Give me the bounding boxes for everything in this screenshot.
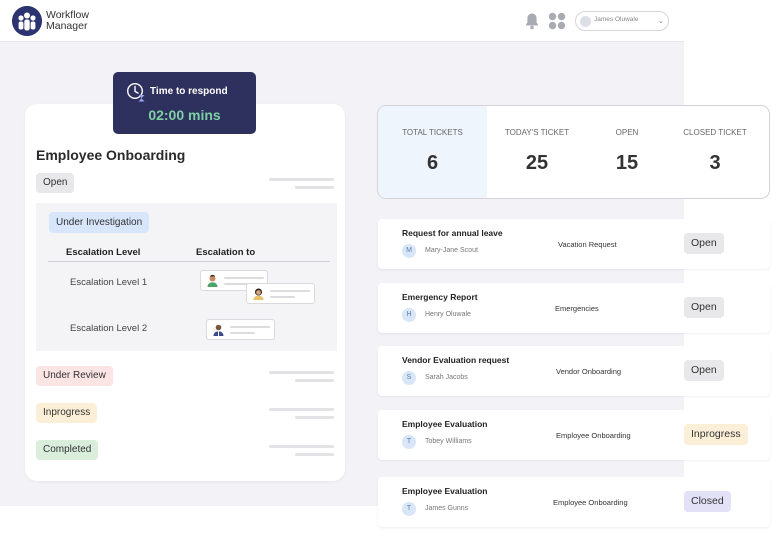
ticket-title: Emergency Report: [402, 292, 478, 302]
escalation-contact-card[interactable]: [246, 283, 315, 304]
table-divider: [48, 261, 330, 262]
ticket-person: James Gunns: [425, 505, 469, 512]
stat-value: 25: [525, 152, 549, 174]
stat-todays-ticket[interactable]: TODAY'S TICKET 25: [487, 106, 587, 198]
brand-line-2: Manager: [46, 20, 88, 32]
placeholder-line: [269, 445, 334, 448]
top-bar: Workflow Manager James Oluwale ⌄: [0, 0, 684, 42]
placeholder-line: [295, 416, 334, 419]
stat-value: 15: [615, 152, 639, 174]
apps-grid-icon[interactable]: [548, 12, 566, 30]
ticket-title: Employee Evaluation: [402, 486, 488, 496]
placeholder-line: [295, 379, 334, 382]
ticket-title: Vendor Evaluation request: [402, 355, 510, 365]
stat-label: CLOSED TICKET: [683, 128, 747, 137]
column-escalation-level: Escalation Level: [66, 247, 141, 258]
status-badge[interactable]: Open: [684, 297, 724, 318]
logo[interactable]: Workflow Manager: [12, 6, 89, 36]
ticket-category: Vacation Request: [558, 240, 617, 249]
stat-closed-ticket[interactable]: CLOSED TICKET 3: [667, 106, 763, 198]
placeholder-line: [270, 290, 310, 292]
ticket-stats: TOTAL TICKETS 6 TODAY'S TICKET 25 OPEN 1…: [377, 105, 770, 199]
avatar: [580, 16, 591, 27]
ticket-title: Employee Evaluation: [402, 419, 488, 429]
column-escalation-to: Escalation to: [196, 247, 256, 258]
status-badge[interactable]: Inprogress: [684, 424, 748, 445]
ticket-row[interactable]: Employee Evaluation T James Gunns Employ…: [378, 477, 770, 527]
stat-label: TODAY'S TICKET: [504, 128, 570, 137]
brand-name: Workflow Manager: [46, 10, 89, 32]
ticket-person: Mary-Jane Scout: [425, 247, 478, 254]
status-badge[interactable]: Open: [684, 233, 724, 254]
avatar: H: [402, 308, 416, 322]
person-avatar-icon: [253, 288, 264, 300]
person-avatar-icon: [213, 324, 224, 336]
status-completed-chip[interactable]: Completed: [36, 440, 99, 460]
ticket-category: Employee Onboarding: [553, 498, 628, 507]
escalation-level-1: Escalation Level 1: [70, 277, 148, 288]
avatar: M: [402, 244, 416, 258]
ticket-person: Tobey Williams: [425, 438, 472, 445]
user-menu[interactable]: James Oluwale ⌄: [575, 11, 669, 31]
placeholder-line: [269, 371, 334, 374]
ticket-row[interactable]: Request for annual leave M Mary-Jane Sco…: [378, 219, 770, 269]
onboarding-card: Employee Onboarding Open Under Investiga…: [25, 104, 345, 481]
response-timer: Time to respond 02:00 mins: [113, 72, 256, 134]
status-review-chip[interactable]: Under Review: [36, 366, 113, 386]
logo-people-icon: [12, 6, 42, 36]
clock-timer-icon: [126, 82, 145, 102]
escalation-contact-card[interactable]: [206, 319, 275, 340]
investigation-panel: Under Investigation Escalation Level Esc…: [36, 203, 337, 351]
stat-label: TOTAL TICKETS: [402, 128, 463, 137]
placeholder-line: [224, 277, 264, 279]
placeholder-line: [269, 408, 334, 411]
status-badge[interactable]: Closed: [684, 491, 731, 512]
ticket-row[interactable]: Vendor Evaluation request S Sarah Jacobs…: [378, 346, 770, 396]
stat-open[interactable]: OPEN 15: [587, 106, 667, 198]
stat-value: 3: [709, 152, 721, 174]
ticket-person: Henry Oluwale: [425, 311, 471, 318]
person-avatar-icon: [207, 274, 218, 287]
placeholder-line: [269, 178, 334, 181]
placeholder-line: [295, 453, 334, 456]
card-title: Employee Onboarding: [36, 147, 186, 163]
avatar: T: [402, 435, 416, 449]
placeholder-line: [270, 296, 295, 298]
ticket-category: Employee Onboarding: [556, 431, 631, 440]
bell-icon[interactable]: [524, 12, 540, 30]
placeholder-line: [230, 332, 255, 334]
ticket-category: Emergencies: [555, 304, 599, 313]
timer-label: Time to respond: [150, 86, 228, 97]
ticket-title: Request for annual leave: [402, 228, 503, 238]
avatar: S: [402, 371, 416, 385]
chevron-down-icon: ⌄: [658, 18, 664, 25]
timer-value: 02:00 mins: [148, 107, 221, 123]
stat-value: 6: [426, 152, 439, 174]
ticket-row[interactable]: Employee Evaluation T Tobey Williams Emp…: [378, 410, 770, 460]
ticket-person: Sarah Jacobs: [425, 374, 468, 381]
status-open-chip[interactable]: Open: [36, 173, 75, 193]
stat-label: OPEN: [615, 128, 639, 137]
stat-total-tickets[interactable]: TOTAL TICKETS 6: [378, 106, 487, 198]
status-investigation-chip[interactable]: Under Investigation: [49, 212, 150, 233]
status-badge[interactable]: Open: [684, 360, 724, 381]
ticket-row[interactable]: Emergency Report H Henry Oluwale Emergen…: [378, 283, 770, 333]
canvas: Workflow Manager James Oluwale ⌄ Employe…: [0, 0, 777, 547]
escalation-level-2: Escalation Level 2: [70, 323, 148, 334]
user-name: James Oluwale: [594, 16, 639, 23]
placeholder-line: [230, 326, 270, 328]
placeholder-line: [295, 186, 334, 189]
ticket-category: Vendor Onboarding: [556, 367, 622, 376]
status-inprogress-chip[interactable]: Inprogress: [36, 403, 98, 423]
avatar: T: [402, 502, 416, 516]
